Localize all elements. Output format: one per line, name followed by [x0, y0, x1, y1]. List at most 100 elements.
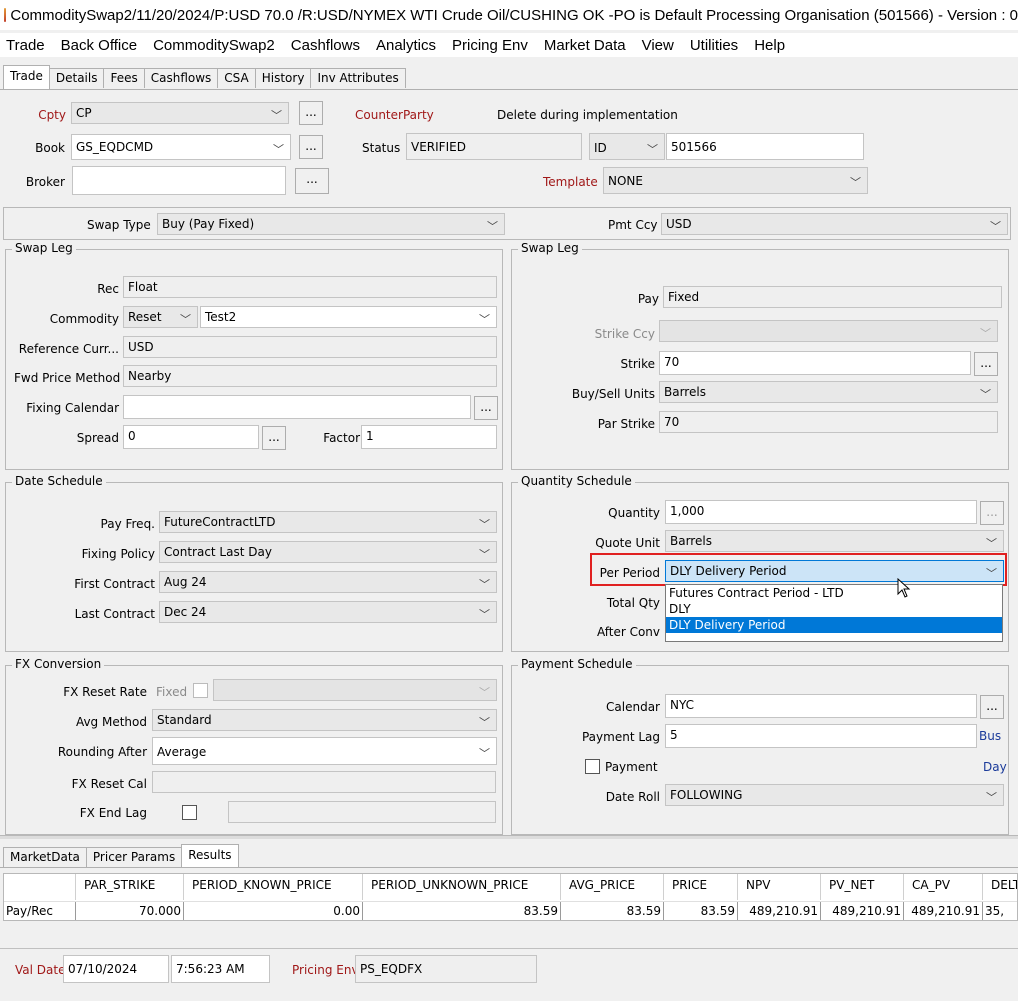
date-roll-combo[interactable]: FOLLOWING ﹀	[665, 784, 1004, 806]
quote-unit-combo[interactable]: Barrels ﹀	[665, 530, 1004, 552]
cpty-combo[interactable]: CP ﹀	[71, 102, 289, 124]
spread-field[interactable]: 0	[123, 425, 259, 449]
template-label: Template	[543, 175, 598, 189]
pmt-ccy-combo[interactable]: USD ﹀	[661, 213, 1008, 235]
first-contract-combo[interactable]: Aug 24 ﹀	[159, 571, 497, 593]
quote-unit-value: Barrels	[670, 534, 712, 548]
menu-pricing-env[interactable]: Pricing Env	[446, 37, 534, 54]
menu-trade[interactable]: Trade	[0, 37, 51, 54]
fx-rate-combo[interactable]: ﹀	[213, 679, 497, 701]
broker-field[interactable]	[72, 166, 286, 195]
pricing-env-field: PS_EQDFX	[355, 955, 537, 983]
header-avg-price: AVG_PRICE	[561, 874, 664, 900]
menu-analytics[interactable]: Analytics	[370, 37, 442, 54]
ref-curr-label: Reference Curr...	[18, 342, 119, 356]
quantity-more-button[interactable]: ...	[980, 501, 1004, 525]
header-ca-pv: CA_PV	[904, 874, 983, 900]
menu-help[interactable]: Help	[748, 37, 791, 54]
quantity-label: Quantity	[608, 506, 660, 520]
commodity-reset-combo[interactable]: Reset ﹀	[123, 306, 198, 328]
val-date-field[interactable]: 07/10/2024	[63, 955, 169, 983]
swap-type-combo[interactable]: Buy (Pay Fixed) ﹀	[157, 213, 505, 235]
avg-method-combo[interactable]: Standard ﹀	[152, 709, 497, 731]
template-combo[interactable]: NONE ﹀	[603, 167, 868, 194]
tab-trade[interactable]: Trade	[3, 65, 50, 89]
chevron-down-icon: ﹀	[980, 327, 991, 340]
tab-market-data[interactable]: MarketData	[3, 847, 87, 867]
book-label: Book	[35, 141, 65, 155]
strike-label: Strike	[620, 357, 656, 371]
pay-freq-label: Pay Freq.	[100, 517, 155, 531]
book-more-button[interactable]: ...	[299, 135, 323, 159]
strike-ccy-label: Strike Ccy	[594, 327, 655, 341]
rounding-label: Rounding After	[57, 745, 147, 759]
cpty-more-button[interactable]: ...	[299, 101, 323, 125]
cell-ca-pv: 489,210.91	[904, 902, 983, 920]
fixing-cal-more-button[interactable]: ...	[474, 396, 498, 420]
per-period-combo[interactable]: DLY Delivery Period ﹀	[665, 560, 1004, 582]
fixing-policy-value: Contract Last Day	[164, 545, 272, 559]
payment-lag-field[interactable]: 5	[665, 724, 977, 748]
quantity-field[interactable]: 1,000	[665, 500, 977, 524]
val-date-label: Val Date	[15, 963, 66, 977]
commodity-combo[interactable]: Test2 ﹀	[200, 306, 497, 328]
broker-more-button[interactable]: ...	[295, 168, 329, 194]
rounding-combo[interactable]: Average ﹀	[152, 737, 497, 765]
tab-inv-attributes[interactable]: Inv Attributes	[310, 68, 406, 88]
pay-label: Pay	[637, 292, 659, 306]
id-field[interactable]: 501566	[666, 133, 864, 160]
tab-cashflows[interactable]: Cashflows	[143, 68, 219, 88]
chevron-down-icon: ﹀	[273, 143, 284, 156]
menu-view[interactable]: View	[636, 37, 680, 54]
splitter-bar[interactable]	[0, 835, 1018, 839]
tab-details[interactable]: Details	[48, 68, 105, 88]
commodity-value: Test2	[205, 310, 237, 324]
spread-more-button[interactable]: ...	[262, 426, 286, 450]
menu-market-data[interactable]: Market Data	[538, 37, 632, 54]
chevron-down-icon: ﹀	[647, 143, 658, 156]
book-combo[interactable]: GS_EQDCMD ﹀	[71, 134, 291, 160]
menu-back-office[interactable]: Back Office	[55, 37, 143, 54]
units-combo[interactable]: Barrels ﹀	[659, 381, 998, 403]
date-roll-value: FOLLOWING	[670, 788, 743, 802]
cell-npv: 489,210.91	[738, 902, 821, 920]
id-type-combo[interactable]: ID ﹀	[589, 133, 665, 160]
calendar-more-button[interactable]: ...	[980, 695, 1004, 719]
rec-label: Rec	[97, 282, 119, 296]
payment-checkbox[interactable]	[585, 759, 600, 774]
strike-field[interactable]: 70	[659, 351, 971, 375]
strike-ccy-combo[interactable]: ﹀	[659, 320, 998, 342]
pay-freq-combo[interactable]: FutureContractLTD ﹀	[159, 511, 497, 533]
menu-cashflows[interactable]: Cashflows	[285, 37, 366, 54]
chevron-down-icon: ﹀	[479, 608, 490, 621]
tab-results[interactable]: Results	[181, 844, 239, 868]
header-period-unknown-price: PERIOD_UNKNOWN_PRICE	[363, 874, 561, 900]
menu-commodityswap2[interactable]: CommoditySwap2	[147, 37, 281, 54]
tab-history[interactable]: History	[254, 68, 312, 88]
factor-field[interactable]: 1	[361, 425, 497, 449]
val-time-field[interactable]: 7:56:23 AM	[171, 955, 270, 983]
fx-fixed-checkbox[interactable]	[193, 683, 208, 698]
dropdown-option-futures-ltd[interactable]: Futures Contract Period - LTD	[666, 585, 1002, 601]
fx-end-lag-checkbox[interactable]	[182, 805, 197, 820]
chevron-down-icon: ﹀	[986, 567, 997, 580]
table-row[interactable]: Pay/Rec 70.000 0.00 83.59 83.59 83.59 48…	[4, 901, 1017, 920]
delete-note: Delete during implementation	[497, 108, 678, 122]
chevron-down-icon: ﹀	[990, 220, 1001, 233]
dropdown-option-dly[interactable]: DLY	[666, 601, 1002, 617]
last-contract-combo[interactable]: Dec 24 ﹀	[159, 601, 497, 623]
fixing-policy-label: Fixing Policy	[81, 547, 155, 561]
dropdown-option-dly-delivery-period[interactable]: DLY Delivery Period	[666, 617, 1002, 633]
cpty-label: Cpty	[38, 108, 66, 122]
tab-pricer-params[interactable]: Pricer Params	[85, 847, 183, 867]
fixing-cal-field[interactable]	[123, 395, 471, 419]
chevron-down-icon: ﹀	[479, 518, 490, 531]
menu-utilities[interactable]: Utilities	[684, 37, 744, 54]
right-swap-leg-title: Swap Leg	[518, 241, 582, 255]
rounding-value: Average	[157, 745, 207, 759]
fixing-policy-combo[interactable]: Contract Last Day ﹀	[159, 541, 497, 563]
calendar-field[interactable]: NYC	[665, 694, 977, 718]
tab-csa[interactable]: CSA	[217, 68, 256, 88]
strike-more-button[interactable]: ...	[974, 352, 998, 376]
tab-fees[interactable]: Fees	[103, 68, 145, 88]
